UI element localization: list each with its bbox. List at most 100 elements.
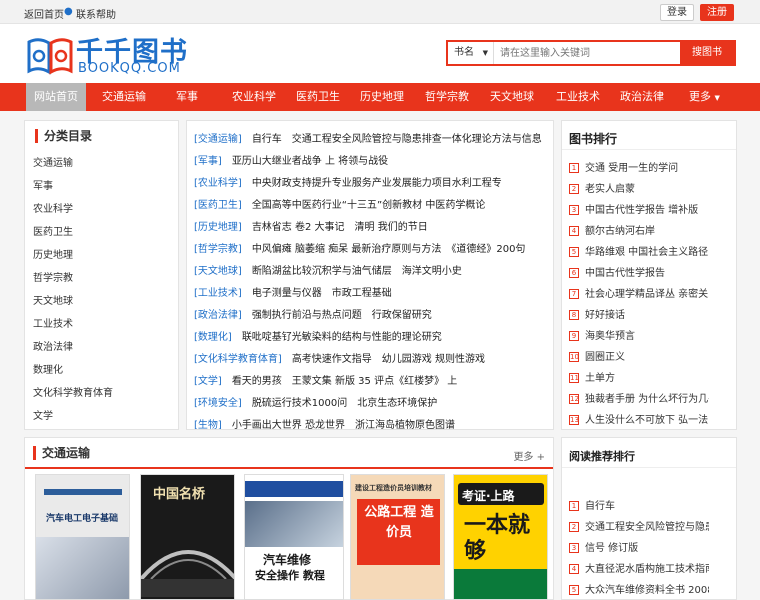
list-tag[interactable]: [历史地理] bbox=[194, 222, 242, 233]
site-logo[interactable]: 千千图书 BOOKQQ.COM bbox=[26, 34, 187, 78]
ranking-item-title[interactable]: 额尔古纳河右岸 bbox=[585, 226, 655, 237]
list-item[interactable]: [军事] 亚历山大继业者战争 上 将领与战役 bbox=[194, 152, 388, 167]
reading-item-title[interactable]: 自行车 bbox=[585, 501, 615, 512]
list-tag[interactable]: [军事] bbox=[194, 156, 222, 167]
list-tag[interactable]: [数理化] bbox=[194, 332, 232, 343]
login-button[interactable]: 登录 bbox=[660, 4, 694, 21]
nav-item-history[interactable]: 历史地理 bbox=[360, 83, 404, 111]
ranking-item-title[interactable]: 华路维艰 中国社会主义路径的 bbox=[585, 247, 709, 258]
ranking-item[interactable]: 10 圆圈正义 bbox=[569, 348, 709, 363]
list-titles[interactable]: 看天的男孩 王蒙文集 新版 35 评点《红楼梦》 上 bbox=[232, 376, 457, 387]
ranking-item[interactable]: 3 中国古代性学报告 增补版 bbox=[569, 201, 709, 216]
list-tag[interactable]: [哲学宗教] bbox=[194, 244, 242, 255]
list-item[interactable]: [政治法律] 强制执行前沿与热点问题 行政保留研究 bbox=[194, 306, 432, 321]
ranking-item[interactable]: 6 中国古代性学报告 bbox=[569, 264, 709, 279]
list-titles[interactable]: 小手画出大世界 恐龙世界 浙江海岛植物原色图谱 bbox=[232, 420, 455, 429]
ranking-item[interactable]: 12 独裁者手册 为什么坏行为几乎 bbox=[569, 390, 709, 405]
reading-item[interactable]: 5 大众汽车维修资料全书 2008-20 bbox=[569, 581, 709, 596]
ranking-item[interactable]: 4 额尔古纳河右岸 bbox=[569, 222, 709, 237]
book-cover[interactable]: 中国名桥 bbox=[140, 474, 235, 600]
nav-item-more[interactable]: 更多 ▼ bbox=[689, 83, 720, 111]
category-item[interactable]: 工业技术 bbox=[33, 315, 73, 330]
reading-item-title[interactable]: 交通工程安全风险管控与隐患排 bbox=[585, 522, 709, 533]
ranking-item-title[interactable]: 圆圈正义 bbox=[585, 352, 625, 363]
ranking-item[interactable]: 9 海奥华预言 bbox=[569, 327, 709, 342]
list-tag[interactable]: [生物] bbox=[194, 420, 222, 429]
category-item[interactable]: 文化科学教育体育 bbox=[33, 384, 113, 399]
nav-item-agriculture[interactable]: 农业科学 bbox=[232, 83, 276, 111]
ranking-item[interactable]: 11 土单方 bbox=[569, 369, 709, 384]
list-tag[interactable]: [文学] bbox=[194, 376, 222, 387]
list-titles[interactable]: 全国高等中医药行业“十三五”创新教材 中医药学概论 bbox=[252, 200, 486, 211]
list-item[interactable]: [农业科学] 中央财政支持提升专业服务产业发展能力项目水利工程专 bbox=[194, 174, 502, 189]
list-titles[interactable]: 吉林省志 卷2 大事记 清明 我们的节日 bbox=[252, 222, 428, 233]
nav-item-industry[interactable]: 工业技术 bbox=[556, 83, 600, 111]
category-item[interactable]: 文学 bbox=[33, 407, 53, 422]
nav-item-military[interactable]: 军事 bbox=[176, 83, 198, 111]
reading-item[interactable]: 4 大直径泥水盾构施工技术指南 bbox=[569, 560, 709, 575]
category-item[interactable]: 医药卫生 bbox=[33, 223, 73, 238]
nav-item-medicine[interactable]: 医药卫生 bbox=[296, 83, 340, 111]
ranking-item-title[interactable]: 中国古代性学报告 增补版 bbox=[585, 205, 698, 216]
reading-item[interactable]: 2 交通工程安全风险管控与隐患排 bbox=[569, 518, 709, 533]
list-tag[interactable]: [交通运输] bbox=[194, 134, 242, 145]
list-item[interactable]: [文学] 看天的男孩 王蒙文集 新版 35 评点《红楼梦》 上 bbox=[194, 372, 457, 387]
nav-item-transport[interactable]: 交通运输 bbox=[102, 83, 146, 111]
list-item[interactable]: [天文地球] 断陷湖盆比较沉积学与油气储层 海洋文明小史 bbox=[194, 262, 462, 277]
ranking-item-title[interactable]: 好好接话 bbox=[585, 310, 625, 321]
nav-item-astronomy[interactable]: 天文地球 bbox=[490, 83, 534, 111]
list-item[interactable]: [生物] 小手画出大世界 恐龙世界 浙江海岛植物原色图谱 bbox=[194, 416, 455, 429]
book-cover[interactable]: 建设工程造价员培训教材 公路工程 造价员 bbox=[350, 474, 445, 600]
list-item[interactable]: [哲学宗教] 中风偏瘫 脑萎缩 痴呆 最新治疗原则与方法 《道德经》200句 bbox=[194, 240, 525, 255]
reading-item-title[interactable]: 大众汽车维修资料全书 2008-20 bbox=[585, 585, 709, 596]
ranking-item[interactable]: 8 好好接话 bbox=[569, 306, 709, 321]
list-titles[interactable]: 中央财政支持提升专业服务产业发展能力项目水利工程专 bbox=[252, 178, 502, 189]
ranking-item-title[interactable]: 社会心理学精品译丛 亲密关系 bbox=[585, 289, 709, 300]
more-link[interactable]: 更多 + bbox=[513, 448, 545, 463]
book-cover[interactable]: 汽车电工电子基础 bbox=[35, 474, 130, 600]
list-titles[interactable]: 断陷湖盆比较沉积学与油气储层 海洋文明小史 bbox=[252, 266, 462, 277]
search-button[interactable]: 搜图书 bbox=[680, 42, 734, 64]
list-item[interactable]: [历史地理] 吉林省志 卷2 大事记 清明 我们的节日 bbox=[194, 218, 428, 233]
ranking-item-title[interactable]: 土单方 bbox=[585, 373, 615, 384]
search-type-select[interactable]: 书名 ▼ bbox=[448, 42, 494, 64]
list-tag[interactable]: [政治法律] bbox=[194, 310, 242, 321]
list-item[interactable]: [数理化] 联吡啶基钌光敏染料的结构与性能的理论研究 bbox=[194, 328, 442, 343]
ranking-item-title[interactable]: 中国古代性学报告 bbox=[585, 268, 665, 279]
nav-item-philosophy[interactable]: 哲学宗教 bbox=[425, 83, 469, 111]
list-titles[interactable]: 电子测量与仪器 市政工程基础 bbox=[252, 288, 392, 299]
category-item[interactable]: 数理化 bbox=[33, 361, 63, 376]
list-item[interactable]: [文化科学教育体育] 高考快速作文指导 幼儿园游戏 规则性游戏 bbox=[194, 350, 485, 365]
home-link[interactable]: 返回首页 bbox=[24, 6, 64, 21]
category-item[interactable]: 农业科学 bbox=[33, 200, 73, 215]
list-tag[interactable]: [天文地球] bbox=[194, 266, 242, 277]
ranking-item[interactable]: 7 社会心理学精品译丛 亲密关系 bbox=[569, 285, 709, 300]
help-link[interactable]: 联系帮助 bbox=[76, 6, 116, 21]
list-titles[interactable]: 中风偏瘫 脑萎缩 痴呆 最新治疗原则与方法 《道德经》200句 bbox=[252, 244, 526, 255]
ranking-item[interactable]: 2 老实人启蒙 bbox=[569, 180, 709, 195]
book-cover[interactable]: 汽车维修 安全操作 教程 bbox=[244, 474, 344, 600]
list-item[interactable]: [交通运输] 自行车 交通工程安全风险管控与隐患排查一体化理论方法与信息 bbox=[194, 130, 542, 145]
reading-item[interactable]: 3 信号 修订版 bbox=[569, 539, 709, 554]
list-tag[interactable]: [农业科学] bbox=[194, 178, 242, 189]
reading-item-title[interactable]: 大直径泥水盾构施工技术指南 bbox=[585, 564, 709, 575]
register-button[interactable]: 注册 bbox=[700, 4, 734, 21]
nav-item-home[interactable]: 网站首页 bbox=[26, 83, 86, 111]
ranking-item-title[interactable]: 交通 受用一生的学问 bbox=[585, 163, 678, 174]
reading-item[interactable]: 1 自行车 bbox=[569, 497, 709, 512]
ranking-item-title[interactable]: 海奥华预言 bbox=[585, 331, 635, 342]
ranking-item[interactable]: 13 人生没什么不可放下 弘一法师 bbox=[569, 411, 709, 426]
list-tag[interactable]: [工业技术] bbox=[194, 288, 242, 299]
nav-item-politics[interactable]: 政治法律 bbox=[620, 83, 664, 111]
ranking-item-title[interactable]: 人生没什么不可放下 弘一法师 bbox=[585, 415, 709, 426]
list-titles[interactable]: 脱硫运行技术1000问 北京生态环境保护 bbox=[252, 398, 437, 409]
list-item[interactable]: [环境安全] 脱硫运行技术1000问 北京生态环境保护 bbox=[194, 394, 437, 409]
category-item[interactable]: 军事 bbox=[33, 177, 53, 192]
list-item[interactable]: [工业技术] 电子测量与仪器 市政工程基础 bbox=[194, 284, 392, 299]
list-titles[interactable]: 高考快速作文指导 幼儿园游戏 规则性游戏 bbox=[292, 354, 485, 365]
list-tag[interactable]: [环境安全] bbox=[194, 398, 242, 409]
list-titles[interactable]: 自行车 交通工程安全风险管控与隐患排查一体化理论方法与信息 bbox=[252, 134, 542, 145]
list-titles[interactable]: 亚历山大继业者战争 上 将领与战役 bbox=[232, 156, 388, 167]
category-item[interactable]: 天文地球 bbox=[33, 292, 73, 307]
reading-item-title[interactable]: 信号 修订版 bbox=[585, 543, 638, 554]
